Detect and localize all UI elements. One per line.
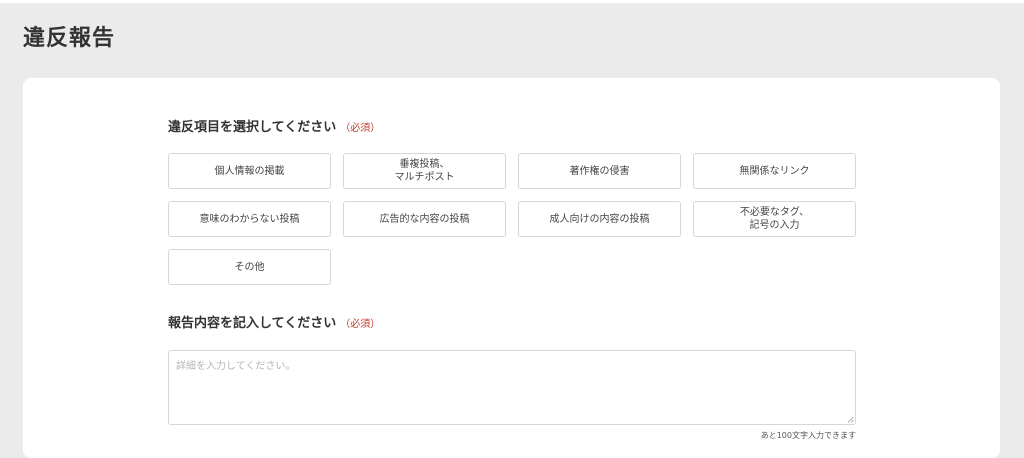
- top-strip: [0, 0, 1024, 3]
- option-irrelevant-link[interactable]: 無関係なリンク: [693, 153, 856, 189]
- report-section-title: 報告内容を記入してください （必須）: [168, 315, 380, 334]
- option-copyright[interactable]: 著作権の侵害: [518, 153, 681, 189]
- violation-section-title: 違反項目を選択してください （必須）: [168, 119, 380, 138]
- required-badge: （必須）: [340, 319, 381, 330]
- report-detail-textarea[interactable]: [168, 350, 856, 425]
- option-advertising[interactable]: 広告的な内容の投稿: [343, 201, 506, 237]
- option-adult-content[interactable]: 成人向けの内容の投稿: [518, 201, 681, 237]
- report-card: 違反項目を選択してください （必須） 個人情報の掲載 垂複投稿、 マルチポスト 著…: [23, 78, 1000, 458]
- option-unnecessary-tags[interactable]: 不必要なタグ、 記号の入力: [693, 201, 856, 237]
- resize-grip-icon[interactable]: [847, 416, 854, 423]
- page-title: 違反報告: [23, 26, 116, 51]
- option-duplicate-post[interactable]: 垂複投稿、 マルチポスト: [343, 153, 506, 189]
- required-badge: （必須）: [340, 123, 381, 134]
- report-section-label: 報告内容を記入してください: [168, 316, 337, 331]
- char-counter: あと100文字入力できます: [760, 431, 856, 440]
- option-other[interactable]: その他: [168, 249, 331, 285]
- violation-section-label: 違反項目を選択してください: [168, 120, 337, 135]
- option-personal-info[interactable]: 個人情報の掲載: [168, 153, 331, 189]
- option-meaningless-post[interactable]: 意味のわからない投稿: [168, 201, 331, 237]
